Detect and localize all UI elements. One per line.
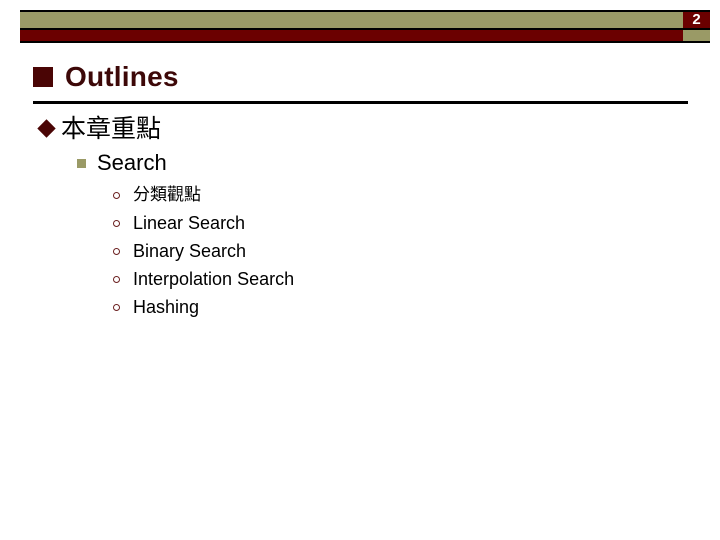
outline-level2-item: Search — [77, 149, 720, 177]
circle-bullet-icon — [113, 303, 120, 311]
square-bullet-icon — [77, 158, 86, 168]
outline-level3-item: Hashing — [113, 293, 720, 321]
title-square-bullet-icon — [33, 67, 53, 87]
outline-level3-label: Hashing — [133, 297, 200, 317]
outline-level1-item: 本章重點 — [37, 111, 720, 145]
circle-bullet-icon — [113, 191, 120, 199]
page-number-cell: 2 — [683, 10, 710, 30]
page-olive-cell — [683, 30, 710, 43]
outline-level3-item: Binary Search — [113, 237, 720, 265]
outline-level1-label: 本章重點 — [61, 113, 162, 143]
page-number-block: 2 — [683, 10, 710, 43]
outline-level3-label: Linear Search — [133, 213, 246, 233]
outline-body: 本章重點 Search 分類觀點 Linear Search Binary Se… — [0, 111, 720, 321]
circle-bullet-icon — [113, 247, 120, 255]
outline-level3-item: 分類觀點 — [113, 181, 720, 209]
page-number: 2 — [692, 11, 701, 28]
presentation-slide: 2 Outlines 本章重點 Search 分類觀點 Linear Searc… — [0, 0, 720, 540]
circle-bullet-icon — [113, 219, 120, 227]
page-title-label: Outlines — [65, 61, 179, 92]
outline-level3-label: Interpolation Search — [133, 269, 295, 289]
title-divider — [33, 101, 688, 104]
outline-level3-list: 分類觀點 Linear Search Binary Search Interpo… — [0, 181, 720, 321]
olive-banner-bar — [20, 10, 690, 30]
red-banner-bar — [20, 30, 690, 43]
page-title: Outlines — [33, 58, 179, 96]
outline-level3-label: 分類觀點 — [133, 184, 201, 205]
outline-level3-label: Binary Search — [133, 241, 247, 261]
header-banner — [20, 10, 690, 43]
circle-bullet-icon — [113, 275, 120, 283]
outline-level2-label: Search — [97, 150, 167, 175]
outline-level3-item: Interpolation Search — [113, 265, 720, 293]
diamond-bullet-icon — [37, 118, 56, 138]
outline-level3-item: Linear Search — [113, 209, 720, 237]
